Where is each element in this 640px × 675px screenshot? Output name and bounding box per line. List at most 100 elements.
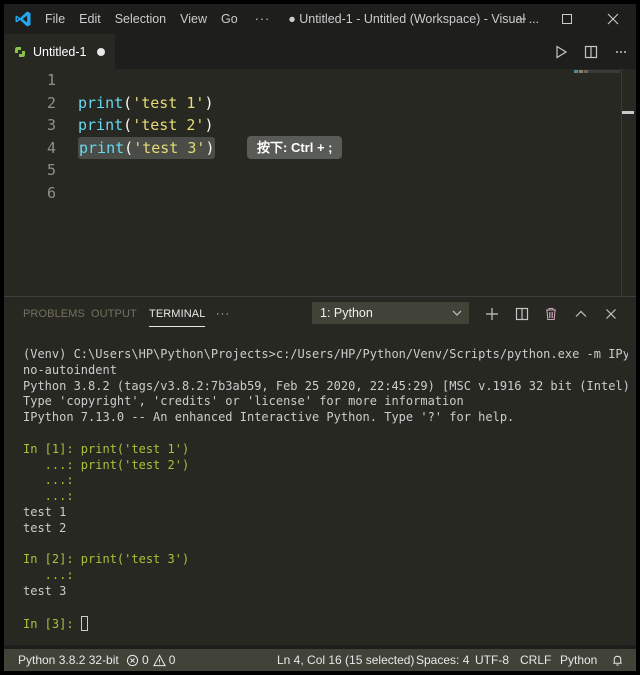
terminal-line-text: In [3]: — [23, 616, 81, 631]
notifications-button[interactable] — [611, 649, 624, 671]
interpreter-label: Python 3.8.2 32-bit — [18, 653, 119, 667]
terminal-select-dropdown[interactable]: 1: Python — [312, 302, 469, 324]
window-controls — [498, 4, 636, 34]
terminal-line-text: ...: — [23, 489, 74, 504]
bell-icon — [613, 655, 622, 665]
function-token: print — [78, 93, 124, 112]
editor-scrollbar[interactable] — [621, 69, 622, 296]
unsaved-dot-icon[interactable] — [96, 47, 105, 56]
line-number: 3 — [46, 116, 56, 134]
editor-line: 5 — [4, 159, 604, 182]
menu-go[interactable]: Go — [214, 4, 245, 34]
menu-edit[interactable]: Edit — [72, 4, 108, 34]
minimize-button[interactable] — [498, 4, 544, 34]
code-text[interactable]: print('test 2') — [78, 114, 213, 137]
terminal-line-text: IPython 7.13.0 -- An enhanced Interactiv… — [23, 410, 515, 425]
editor-line: 1 — [4, 69, 604, 92]
close-window-button[interactable] — [590, 4, 636, 34]
terminal-line: In [1]: print('test 1') — [23, 442, 628, 458]
split-editor-button[interactable] — [576, 34, 606, 69]
line-number: 6 — [46, 183, 56, 202]
code-editor[interactable]: 1 2 print('test 1') 3 print('test 2') 4 … — [4, 69, 636, 296]
chevron-down-icon — [451, 302, 463, 331]
tab-label: Untitled-1 — [33, 44, 87, 59]
menu-file[interactable]: File — [38, 4, 72, 34]
indentation-selector[interactable]: Spaces: 4 — [416, 649, 469, 671]
language-label: Python — [560, 653, 598, 667]
terminal-line-text: test 1 — [23, 504, 67, 519]
terminal-line-text: ...: print('test 2') — [23, 457, 190, 472]
vscode-window: File Edit Selection View Go ··· ● Untitl… — [4, 4, 636, 671]
terminal-line-text: ...: — [23, 568, 74, 583]
paren-token: ) — [204, 116, 214, 134]
editor-tab-bar: Untitled-1 — [4, 34, 636, 69]
new-terminal-button[interactable] — [479, 301, 505, 327]
cursor-position[interactable]: Ln 4, Col 16 (15 selected) — [277, 649, 414, 671]
play-icon — [556, 44, 568, 59]
maximize-button[interactable] — [544, 4, 590, 34]
scrollbar-cursor-marker — [622, 111, 634, 114]
string-token: 'test 1' — [132, 93, 205, 112]
line-number: 4 — [46, 138, 56, 157]
tab-output[interactable]: OUTPUT — [91, 297, 137, 332]
terminal-line-text: no-autoindent — [23, 362, 117, 377]
terminal-line: ...: — [23, 568, 628, 584]
paren-token: ( — [124, 138, 134, 157]
tab-terminal[interactable]: TERMINAL — [149, 297, 206, 332]
vscode-logo-icon — [8, 4, 38, 34]
string-token: 'test 3' — [133, 138, 206, 157]
eol-selector[interactable]: CRLF — [520, 649, 551, 671]
tab-problems[interactable]: PROBLEMS — [23, 297, 85, 332]
split-terminal-button[interactable] — [509, 301, 535, 327]
line-number: 2 — [46, 93, 56, 112]
minimap[interactable] — [574, 70, 620, 73]
terminal-line-text: test 2 — [23, 520, 67, 535]
keystroke-hint-overlay: 按下: Ctrl + ; — [247, 136, 343, 159]
terminal-line: test 1 — [23, 505, 628, 521]
terminal-line: Type 'copyright', 'credits' or 'license'… — [23, 394, 628, 410]
terminal-line: test 3 — [23, 584, 628, 600]
menu-more-button[interactable]: ··· — [245, 4, 281, 34]
problems-indicator[interactable]: 0 0 — [126, 649, 175, 671]
tab-untitled-1[interactable]: Untitled-1 — [4, 34, 115, 69]
bottom-panel: PROBLEMS OUTPUT TERMINAL ··· 1: Python (… — [4, 296, 636, 645]
python-file-icon — [15, 46, 25, 57]
minimize-icon — [516, 18, 526, 20]
selected-code-text[interactable]: print('test 3') — [78, 136, 216, 159]
close-panel-button[interactable] — [598, 301, 624, 327]
terminal-line: In [2]: print('test 3') — [23, 552, 628, 568]
warning-icon — [152, 653, 166, 666]
run-file-button[interactable] — [546, 34, 576, 69]
menu-selection[interactable]: Selection — [108, 4, 173, 34]
plus-icon — [486, 308, 498, 320]
kill-terminal-button[interactable] — [538, 301, 564, 327]
code-text[interactable]: print('test 1') — [78, 92, 213, 115]
warning-count: 0 — [168, 653, 176, 667]
editor-line: 2 print('test 1') — [4, 92, 604, 115]
language-mode-selector[interactable]: Python — [560, 649, 597, 671]
title-bar: File Edit Selection View Go ··· ● Untitl… — [4, 4, 636, 34]
status-bar: Python 3.8.2 32-bit 0 0 Ln 4, Col 16 (15… — [4, 645, 636, 671]
terminal-line: ...: — [23, 489, 628, 505]
line-number: 5 — [46, 161, 56, 179]
terminal-line-text: test 3 — [23, 583, 67, 598]
menu-view[interactable]: View — [173, 4, 214, 34]
more-actions-button[interactable] — [606, 34, 636, 69]
maximize-icon — [562, 14, 572, 24]
indentation-label: Spaces: 4 — [416, 653, 470, 667]
error-count: 0 — [142, 653, 149, 667]
line-number: 1 — [46, 71, 56, 89]
close-icon — [606, 309, 616, 319]
maximize-panel-button[interactable] — [568, 301, 594, 327]
trash-icon — [546, 307, 556, 321]
terminal-line: Python 3.8.2 (tags/v3.8.2:7b3ab59, Feb 2… — [23, 379, 628, 395]
terminal-line: ...: print('test 2') — [23, 458, 628, 474]
python-interpreter-selector[interactable]: Python 3.8.2 32-bit — [18, 649, 119, 671]
terminal-line: (Venv) C:\Users\HP\Python\Projects>c:/Us… — [23, 347, 628, 363]
terminal-output[interactable]: (Venv) C:\Users\HP\Python\Projects>c:/Us… — [23, 347, 628, 631]
close-icon — [607, 13, 619, 25]
panel-more-button[interactable]: ··· — [216, 297, 230, 332]
split-terminal-icon — [515, 307, 529, 321]
encoding-selector[interactable]: UTF-8 — [475, 649, 509, 671]
